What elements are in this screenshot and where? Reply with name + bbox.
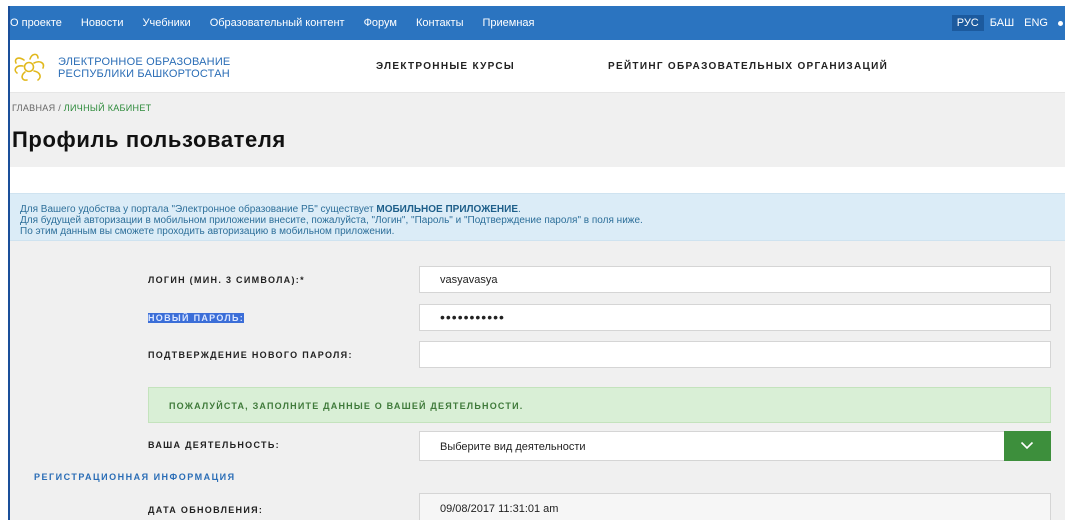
main-nav-rating[interactable]: РЕЙТИНГ ОБРАЗОВАТЕЛЬНЫХ ОРГАНИЗАЦИЙ — [608, 40, 888, 92]
activity-notice: ПОЖАЛУЙСТА, ЗАПОЛНИТЕ ДАННЫЕ О ВАШЕЙ ДЕЯ… — [148, 387, 1051, 423]
activity-select[interactable]: Выберите вид деятельности — [419, 431, 1005, 461]
brand-title-line1: ЭЛЕКТРОННОЕ ОБРАЗОВАНИЕ — [58, 56, 231, 68]
nav-link-edu-content[interactable]: Образовательный контент — [210, 17, 345, 29]
login-input[interactable]: vasyavasya — [419, 266, 1051, 293]
nav-link-reception[interactable]: Приемная — [483, 17, 535, 29]
main-nav-courses[interactable]: ЭЛЕКТРОННЫЕ КУРСЫ — [376, 40, 515, 92]
language-switcher: РУС БАШ ENG — [951, 6, 1065, 40]
breadcrumb-home[interactable]: ГЛАВНАЯ — [12, 103, 55, 113]
breadcrumb: ГЛАВНАЯ / ЛИЧНЫЙ КАБИНЕТ — [12, 103, 151, 113]
brand-header: ЭЛЕКТРОННОЕ ОБРАЗОВАНИЕ РЕСПУБЛИКИ БАШКО… — [10, 40, 1065, 93]
lang-en[interactable]: ENG — [1024, 17, 1048, 29]
mobile-app-info: Для Вашего удобства у портала "Электронн… — [10, 193, 1065, 241]
top-nav-links: О проекте Новости Учебники Образовательн… — [10, 6, 548, 40]
updated-date-value: 09/08/2017 11:31:01 am — [419, 493, 1051, 520]
page-title: Профиль пользователя — [12, 127, 286, 152]
confirm-password-label: ПОДТВЕРЖДЕНИЕ НОВОГО ПАРОЛЯ: — [148, 350, 353, 360]
new-password-label: НОВЫЙ ПАРОЛЬ: — [148, 313, 245, 323]
nav-link-forum[interactable]: Форум — [364, 17, 397, 29]
brand-title-line2: РЕСПУБЛИКИ БАШКОРТОСТАН — [58, 68, 230, 80]
breadcrumb-separator: / — [55, 103, 64, 113]
confirm-password-input[interactable] — [419, 341, 1051, 368]
info-line-2: Для будущей авторизации в мобильном прил… — [20, 215, 643, 226]
new-password-label-wrap: НОВЫЙ ПАРОЛЬ: — [148, 313, 245, 323]
brand-title[interactable]: ЭЛЕКТРОННОЕ ОБРАЗОВАНИЕ РЕСПУБЛИКИ БАШКО… — [58, 56, 230, 80]
info-line-3: По этим данным вы сможете проходить авто… — [20, 226, 395, 237]
registration-info-title: РЕГИСТРАЦИОННАЯ ИНФОРМАЦИЯ — [34, 472, 236, 482]
top-nav-bar: О проекте Новости Учебники Образовательн… — [10, 6, 1065, 40]
new-password-input[interactable]: ••••••••••• — [419, 304, 1051, 331]
dot-icon — [1058, 20, 1063, 26]
nav-link-textbooks[interactable]: Учебники — [142, 17, 190, 29]
login-label: ЛОГИН (МИН. 3 СИМВОЛА):* — [148, 275, 305, 285]
info-line-1-suffix: . — [518, 204, 521, 215]
activity-select-button[interactable] — [1004, 431, 1051, 461]
activity-label: ВАША ДЕЯТЕЛЬНОСТЬ: — [148, 440, 280, 450]
info-line-1: Для Вашего удобства у портала "Электронн… — [20, 204, 1065, 215]
nav-link-news[interactable]: Новости — [81, 17, 124, 29]
spacer-band — [10, 167, 1065, 193]
breadcrumb-current: ЛИЧНЫЙ КАБИНЕТ — [63, 103, 152, 113]
chevron-down-icon — [1020, 441, 1034, 450]
info-mobile-app-emphasis: МОБИЛЬНОЕ ПРИЛОЖЕНИЕ — [376, 204, 518, 215]
lang-ba[interactable]: БАШ — [990, 17, 1014, 29]
info-line-1-prefix: Для Вашего удобства у портала "Электронн… — [20, 204, 377, 215]
page: О проекте Новости Учебники Образовательн… — [8, 6, 1065, 520]
nav-link-about[interactable]: О проекте — [10, 17, 62, 29]
nav-link-contacts[interactable]: Контакты — [416, 17, 464, 29]
updated-date-label: ДАТА ОБНОВЛЕНИЯ: — [148, 505, 264, 515]
content-area: ГЛАВНАЯ / ЛИЧНЫЙ КАБИНЕТ Профиль пользов… — [10, 93, 1065, 520]
sunburst-logo-icon[interactable] — [10, 50, 50, 84]
lang-ru[interactable]: РУС — [951, 15, 984, 31]
